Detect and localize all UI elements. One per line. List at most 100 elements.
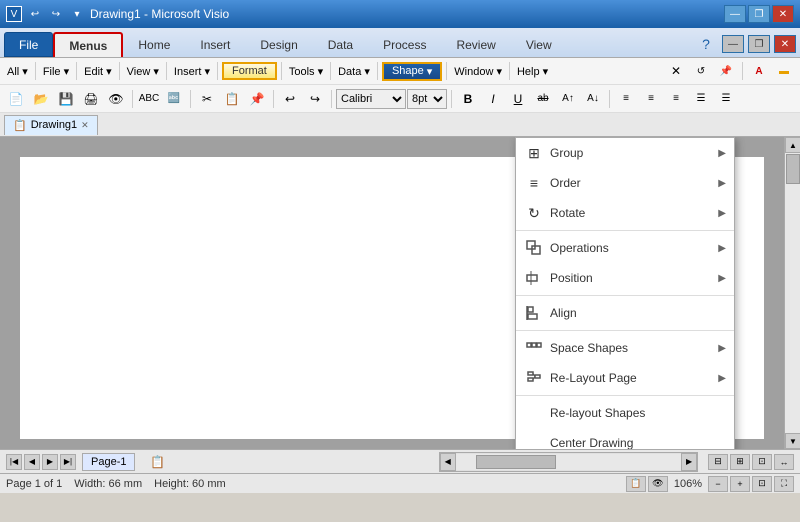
status-fullscreen-btn[interactable]: ⛶ — [774, 476, 794, 492]
save-icon[interactable]: 💾 — [54, 88, 78, 110]
menu-item-align[interactable]: Align — [516, 298, 734, 328]
bullets-icon[interactable]: ☰ — [714, 88, 738, 110]
canvas-area[interactable]: ⊞ Group ▶ ≡ Order ▶ ↻ Rotate ▶ — [0, 137, 784, 449]
last-page-btn[interactable]: ▶| — [60, 454, 76, 470]
sep8 — [377, 62, 378, 80]
edit-dropdown[interactable]: Edit ▾ — [81, 64, 115, 79]
page-1-tab[interactable]: Page-1 — [82, 453, 135, 471]
strikethrough-btn[interactable]: ab — [531, 88, 555, 110]
size-select[interactable]: 8pt — [407, 89, 447, 109]
status-preview-btn[interactable]: 👁 — [648, 476, 668, 492]
menu-item-space-shapes[interactable]: Space Shapes ▶ — [516, 333, 734, 363]
scroll-track-h[interactable] — [456, 454, 681, 470]
paste-icon[interactable]: 📌 — [245, 88, 269, 110]
translate-icon[interactable]: 🔤 — [162, 88, 186, 110]
ribbon-minimize-btn[interactable]: — — [722, 35, 744, 53]
tab-view[interactable]: View — [511, 32, 567, 57]
maximize-btn[interactable]: ❐ — [748, 5, 770, 23]
font-size-shrink-icon[interactable]: A↓ — [581, 88, 605, 110]
tab-design[interactable]: Design — [245, 32, 312, 57]
status-fit-btn[interactable]: ⊡ — [752, 476, 772, 492]
bold-btn[interactable]: B — [456, 88, 480, 110]
font-select[interactable]: Calibri — [336, 89, 406, 109]
status-zoom-in-btn[interactable]: + — [730, 476, 750, 492]
spin-icon[interactable]: ↺ — [689, 60, 713, 82]
italic-btn[interactable]: I — [481, 88, 505, 110]
text-red-icon[interactable]: A — [747, 60, 771, 82]
minimize-btn[interactable]: — — [724, 5, 746, 23]
copy-icon[interactable]: 📋 — [220, 88, 244, 110]
align-center-icon[interactable]: ≡ — [639, 88, 663, 110]
help-btn[interactable]: ? — [694, 33, 718, 55]
format-dropdown-btn[interactable]: Format — [222, 62, 277, 80]
scroll-left-btn[interactable]: ◀ — [440, 453, 456, 471]
align-right-icon[interactable]: ≡ — [664, 88, 688, 110]
doc-tab-close-btn[interactable]: ✕ — [81, 120, 89, 131]
window-dropdown[interactable]: Window ▾ — [451, 64, 505, 79]
zoom-in-btn[interactable]: ⊞ — [730, 454, 750, 470]
tab-menus[interactable]: Menus — [53, 32, 123, 57]
scroll-right-btn[interactable]: ▶ — [681, 453, 697, 471]
undo-quick-btn[interactable]: ↩ — [26, 5, 44, 23]
fit-page-btn[interactable]: ⊡ — [752, 454, 772, 470]
align-left-icon[interactable]: ≡ — [614, 88, 638, 110]
all-dropdown[interactable]: All ▾ — [4, 64, 31, 79]
help-dropdown[interactable]: Help ▾ — [514, 64, 551, 79]
status-layout-btn[interactable]: 📋 — [626, 476, 646, 492]
highlight-icon[interactable]: ▬ — [772, 60, 796, 82]
data-dropdown[interactable]: Data ▾ — [335, 64, 373, 79]
cut-icon[interactable]: ✂ — [195, 88, 219, 110]
insert-dropdown[interactable]: Insert ▾ — [171, 64, 213, 79]
tab-data[interactable]: Data — [313, 32, 368, 57]
font-size-grow-icon[interactable]: A↑ — [556, 88, 580, 110]
close-btn[interactable]: ✕ — [772, 5, 794, 23]
redo-quick-btn[interactable]: ↪ — [47, 5, 65, 23]
horizontal-scrollbar[interactable]: ◀ ▶ — [439, 452, 698, 472]
menu-item-group[interactable]: ⊞ Group ▶ — [516, 138, 734, 168]
tab-review[interactable]: Review — [441, 32, 510, 57]
menu-item-center-drawing[interactable]: Center Drawing — [516, 428, 734, 449]
print-icon[interactable]: 🖨 — [79, 88, 103, 110]
scroll-thumb-v[interactable] — [786, 154, 800, 184]
tab-process[interactable]: Process — [368, 32, 441, 57]
open-icon[interactable]: 📂 — [29, 88, 53, 110]
menu-item-position[interactable]: Position ▶ — [516, 263, 734, 293]
menu-item-relayout-shapes[interactable]: Re-layout Shapes — [516, 398, 734, 428]
shape-dropdown-btn[interactable]: Shape ▾ — [382, 62, 442, 81]
tools-dropdown[interactable]: Tools ▾ — [286, 64, 326, 79]
new-icon[interactable]: 📄 — [4, 88, 28, 110]
undo-icon[interactable]: ↩ — [278, 88, 302, 110]
zoom-out-btn[interactable]: ⊟ — [708, 454, 728, 470]
qa-dropdown-btn[interactable]: ▾ — [68, 5, 86, 23]
pin-icon[interactable]: 📌 — [714, 60, 738, 82]
ribbon-close-btn[interactable]: ✕ — [774, 35, 796, 53]
tab-home[interactable]: Home — [123, 32, 185, 57]
menu-item-operations[interactable]: Operations ▶ — [516, 233, 734, 263]
underline-btn[interactable]: U — [506, 88, 530, 110]
menu-item-order[interactable]: ≡ Order ▶ — [516, 168, 734, 198]
view-dropdown[interactable]: View ▾ — [124, 64, 162, 79]
prev-page-btn[interactable]: ◀ — [24, 454, 40, 470]
tab-insert[interactable]: Insert — [185, 32, 245, 57]
redo-icon[interactable]: ↪ — [303, 88, 327, 110]
spellcheck-icon[interactable]: ABC — [137, 88, 161, 110]
close-doc-icon[interactable]: ✕ — [664, 60, 688, 82]
add-page-icon[interactable]: 📋 — [145, 451, 169, 473]
first-page-btn[interactable]: |◀ — [6, 454, 22, 470]
scroll-thumb-h[interactable] — [476, 455, 556, 469]
scroll-up-btn[interactable]: ▲ — [785, 137, 800, 153]
menu-item-rotate[interactable]: ↻ Rotate ▶ — [516, 198, 734, 228]
align-justify-icon[interactable]: ☰ — [689, 88, 713, 110]
fit-width-btn[interactable]: ↔ — [774, 454, 794, 470]
menu-item-relayout-page[interactable]: Re-Layout Page ▶ — [516, 363, 734, 393]
scroll-down-btn[interactable]: ▼ — [785, 433, 800, 449]
file-dropdown[interactable]: File ▾ — [40, 64, 72, 79]
scroll-track-v[interactable] — [785, 153, 800, 433]
status-zoom-out-btn[interactable]: − — [708, 476, 728, 492]
ribbon-restore-btn[interactable]: ❐ — [748, 35, 770, 53]
tab-file[interactable]: File — [4, 32, 53, 57]
operations-arrow: ▶ — [718, 243, 726, 254]
preview-icon[interactable]: 👁 — [104, 88, 128, 110]
next-page-btn[interactable]: ▶ — [42, 454, 58, 470]
doc-tab-drawing1[interactable]: 📋 Drawing1 ✕ — [4, 115, 98, 135]
